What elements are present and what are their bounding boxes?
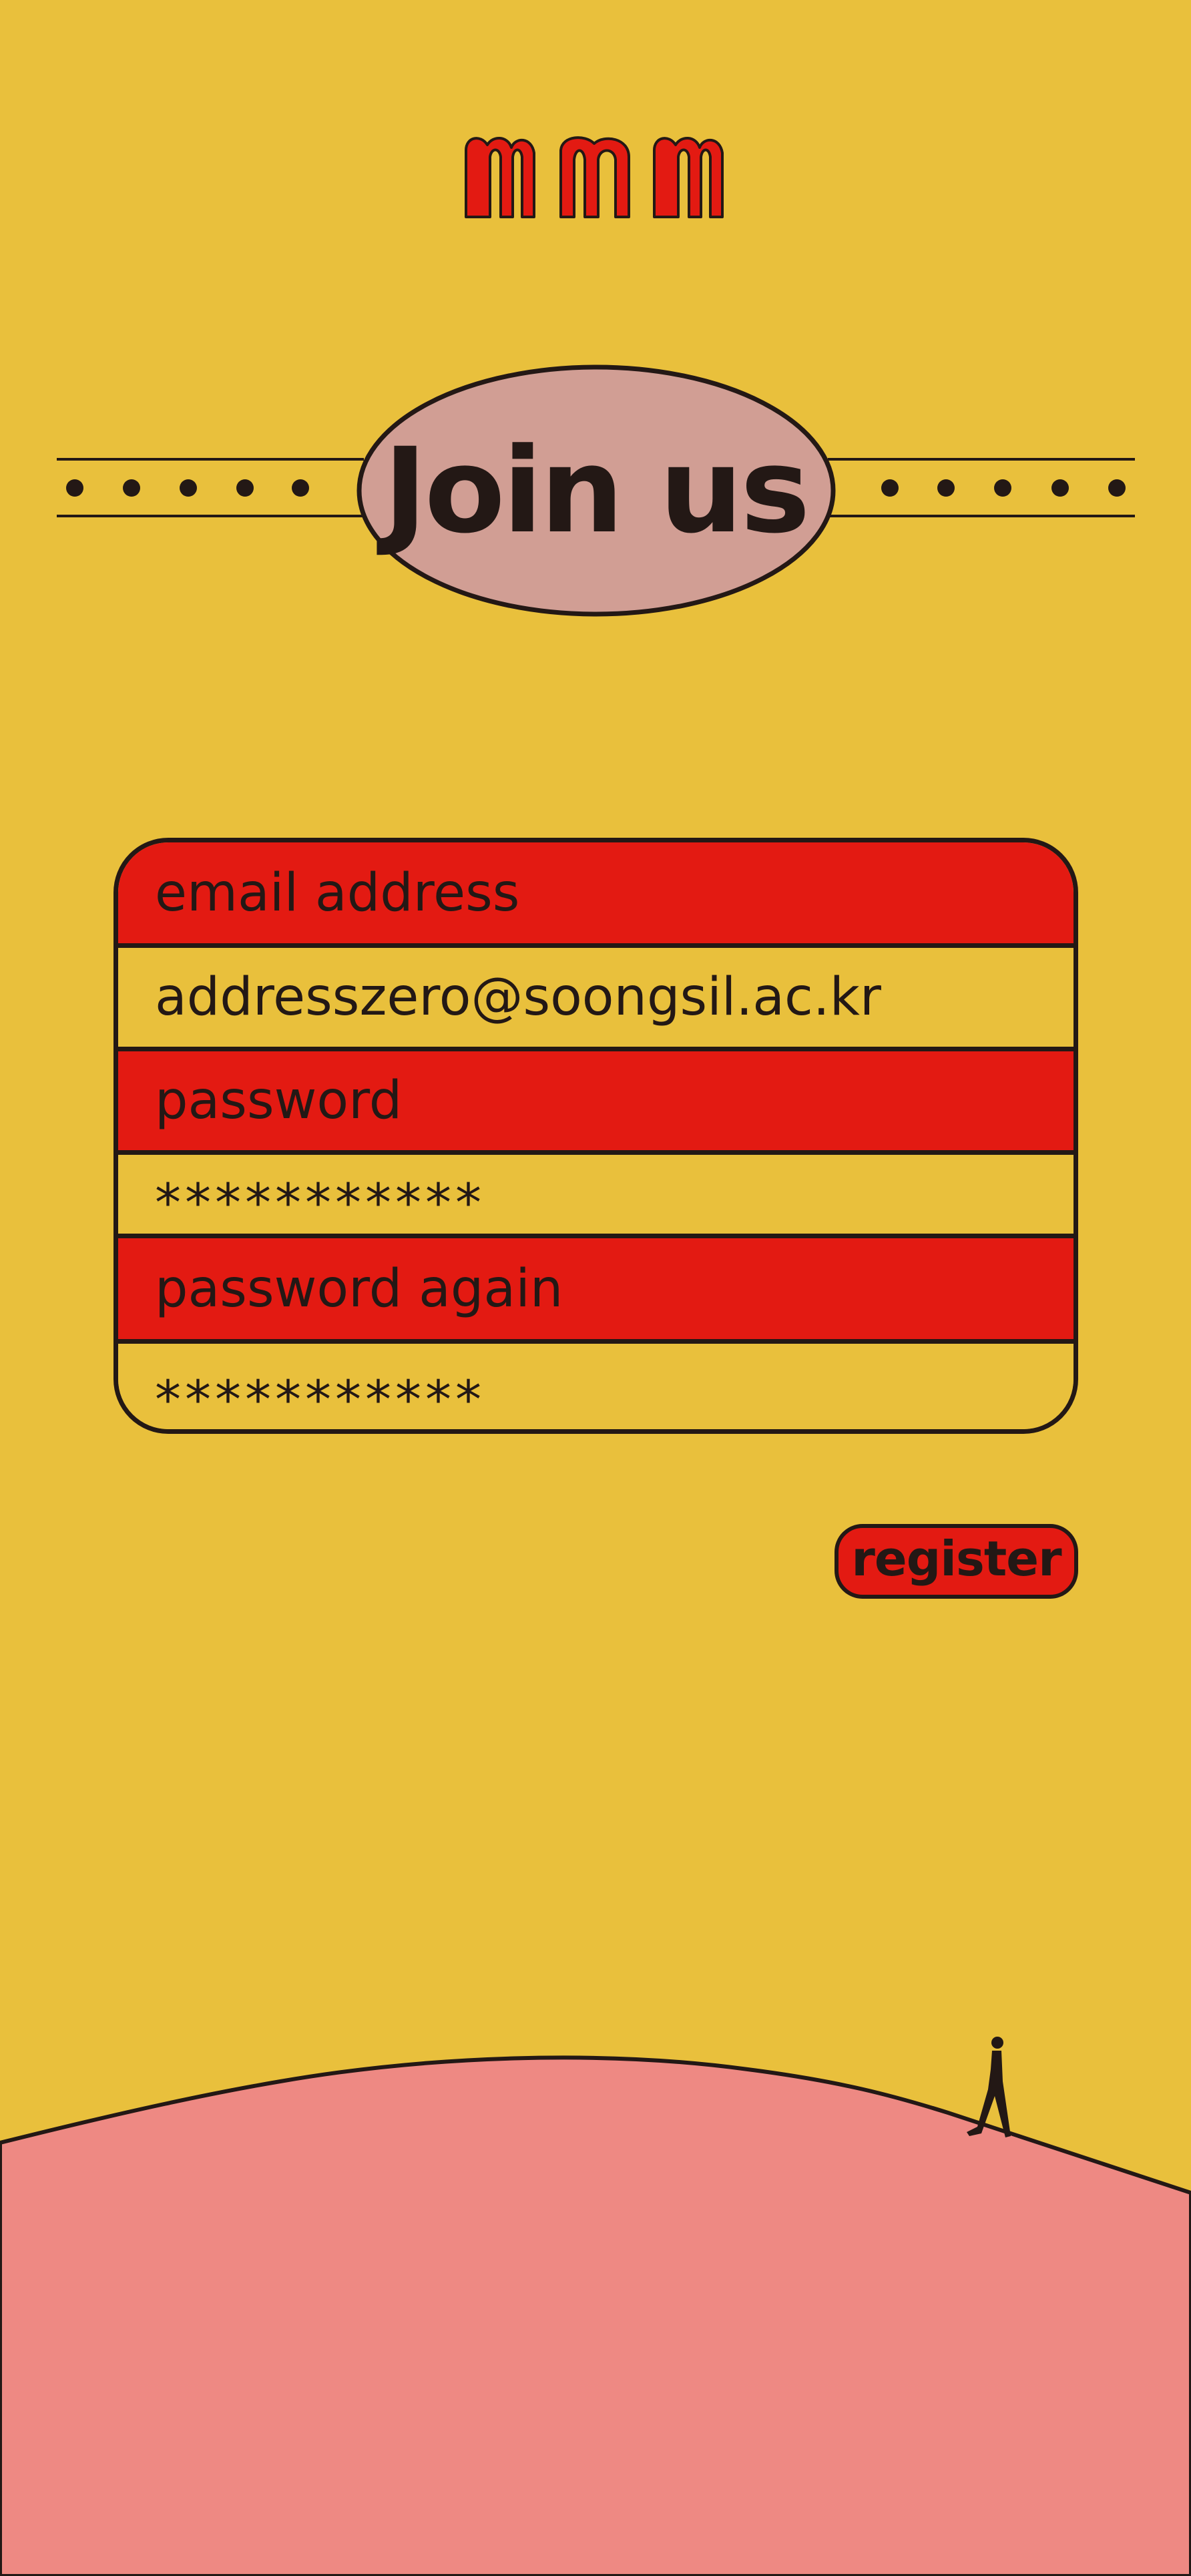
mnm-logo-mark xyxy=(465,136,724,218)
password-field-row xyxy=(118,1155,1074,1238)
brand-logo: mnm xyxy=(0,130,1191,226)
password-label: password xyxy=(118,1051,1074,1155)
hill-illustration xyxy=(0,2037,1191,2576)
registration-form: email address password password again xyxy=(113,838,1078,1434)
password-again-label: password again xyxy=(118,1238,1074,1344)
email-field-row xyxy=(118,948,1074,1051)
password-again-field[interactable] xyxy=(155,1352,1074,1429)
hill-shape xyxy=(0,2055,1191,2576)
page-title: Join us xyxy=(383,422,810,559)
hero-banner: Join us xyxy=(0,364,1191,617)
register-button[interactable]: register xyxy=(835,1524,1078,1599)
email-label: email address xyxy=(118,842,1074,948)
password-again-field-row xyxy=(118,1344,1074,1429)
password-field[interactable] xyxy=(155,1155,1074,1234)
email-field[interactable] xyxy=(155,967,1074,1027)
